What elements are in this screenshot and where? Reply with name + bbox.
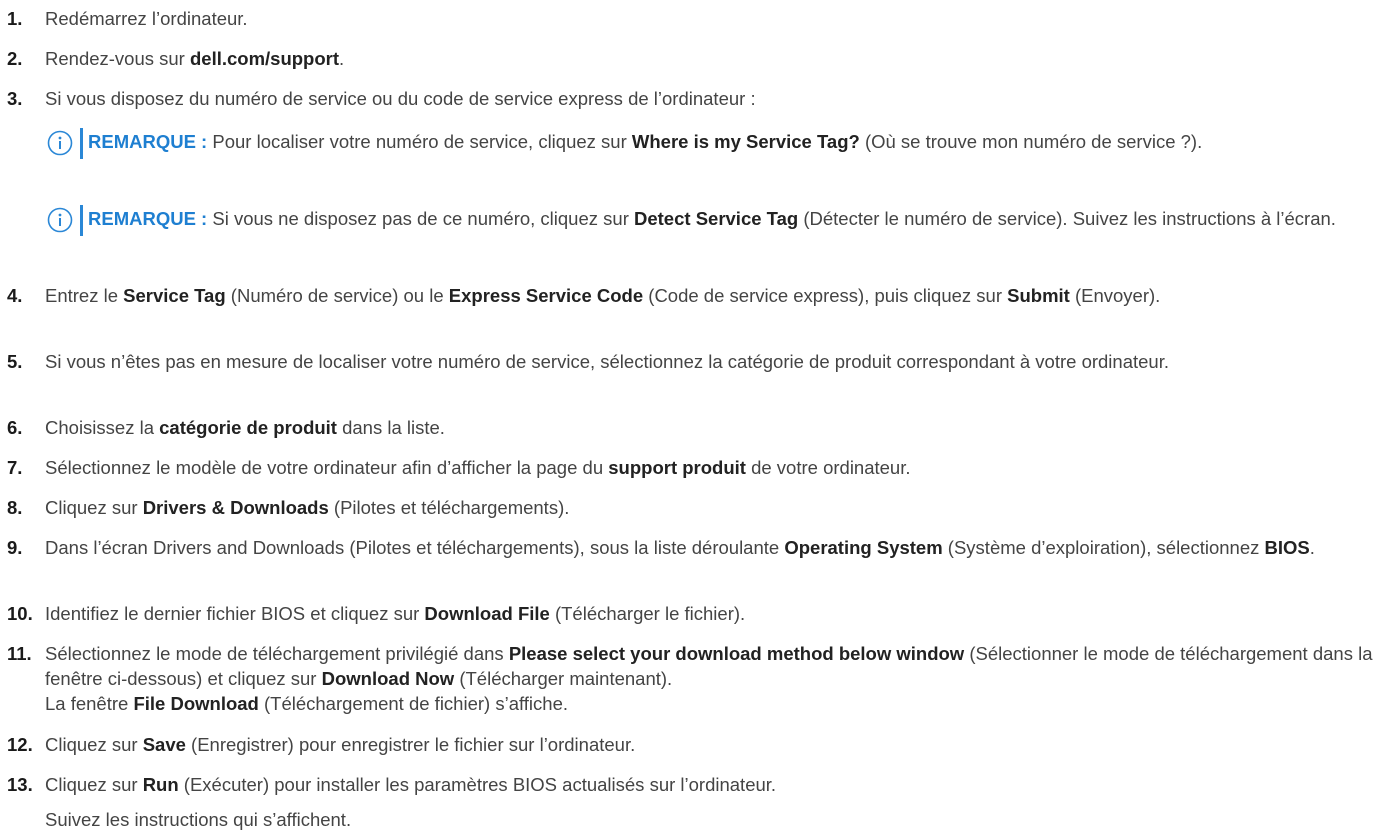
step-bold-segment: support produit: [608, 457, 746, 478]
step-bold-segment: Service Tag: [123, 285, 226, 306]
step-4: 4. Entrez le Service Tag (Numéro de serv…: [0, 283, 1355, 308]
note-bold-segment: Where is my Service Tag?: [631, 131, 860, 152]
note-segment: (Détecter le numéro de service). Suivez …: [798, 208, 1336, 229]
step-bold-segment: BIOS: [1264, 537, 1310, 558]
step-bold-segment: Download File: [424, 603, 550, 624]
step-segment: (Enregistrer) pour enregistrer le fichie…: [185, 734, 636, 755]
step-bold-segment: Please select your download method below…: [508, 643, 965, 664]
step-bold-segment: Download Now: [321, 668, 455, 689]
step-number: 4.: [7, 285, 23, 306]
step-bold-segment: Drivers & Downloads: [142, 497, 329, 518]
step-segment: (Système d’exploiration), sélectionnez: [942, 537, 1265, 558]
step-bold-segment: Save: [142, 734, 186, 755]
step-segment: dans la liste.: [336, 417, 445, 438]
step-segment: .: [1309, 537, 1315, 558]
note-1: REMARQUE : Pour localiser votre numéro d…: [0, 126, 1391, 159]
step-number: 6.: [7, 417, 23, 438]
step-segment: Sélectionnez le modèle de votre ordinate…: [45, 457, 609, 478]
note-text: REMARQUE : Pour localiser votre numéro d…: [81, 126, 1371, 157]
note-label: REMARQUE :: [88, 131, 208, 152]
note-text: REMARQUE : Si vous ne disposez pas de ce…: [81, 203, 1371, 234]
note-2: REMARQUE : Si vous ne disposez pas de ce…: [0, 203, 1391, 236]
step-bold-segment: Operating System: [784, 537, 943, 558]
step-segment: de votre ordinateur.: [745, 457, 911, 478]
step-segment: (Pilotes et téléchargements).: [328, 497, 570, 518]
step-13: 13. Cliquez sur Run (Exécuter) pour inst…: [0, 772, 1391, 797]
step-number: 2.: [7, 48, 23, 69]
note-segment: Si vous ne disposez pas de ce numéro, cl…: [207, 208, 634, 229]
step-segment: Choisissez la: [45, 417, 160, 438]
step-segment: (Exécuter) pour installer les paramètres…: [178, 774, 777, 795]
step-segment: Cliquez sur: [45, 497, 143, 518]
step-number: 10.: [7, 603, 33, 624]
link-text-dell-support: dell.com/support: [189, 48, 340, 69]
step-number: 1.: [7, 8, 23, 29]
step-segment: Cliquez sur: [45, 734, 143, 755]
step-text: Si vous disposez du numéro de service ou…: [45, 88, 756, 109]
note-segment: Pour localiser votre numéro de service, …: [207, 131, 632, 152]
step-segment: La fenêtre: [45, 693, 134, 714]
step-segment: Cliquez sur: [45, 774, 143, 795]
step-1: 1. Redémarrez l’ordinateur.: [0, 6, 1391, 31]
step-6: 6. Choisissez la catégorie de produit da…: [0, 415, 1391, 440]
note-accent-bar: [80, 205, 83, 236]
step-segment: (Envoyer).: [1069, 285, 1161, 306]
step-segment: (Télécharger le fichier).: [549, 603, 746, 624]
step-segment: (Téléchargement de fichier) s’affiche.: [258, 693, 569, 714]
step-segment: (Code de service express), puis cliquez …: [643, 285, 1008, 306]
step-bold-segment: Submit: [1007, 285, 1070, 306]
step-number: 12.: [7, 734, 33, 755]
step-number: 8.: [7, 497, 23, 518]
step-text: .: [339, 48, 345, 69]
step-5: 5. Si vous n’êtes pas en mesure de local…: [0, 349, 1345, 374]
note-accent-bar: [80, 128, 83, 159]
step-number: 9.: [7, 537, 23, 558]
note-label: REMARQUE :: [88, 208, 208, 229]
step-7: 7. Sélectionnez le modèle de votre ordin…: [0, 455, 1391, 480]
step-bold-segment: Express Service Code: [448, 285, 644, 306]
step-2: 2. Rendez-vous sur dell.com/support.: [0, 46, 1391, 71]
step-number: 7.: [7, 457, 23, 478]
step-bold-segment: Run: [142, 774, 179, 795]
step-segment: (Télécharger maintenant).: [454, 668, 673, 689]
final-instruction: Suivez les instructions qui s’affichent.: [0, 807, 1391, 832]
step-text: Si vous n’êtes pas en mesure de localise…: [45, 351, 1169, 372]
info-circle-icon: [47, 207, 73, 233]
step-8: 8. Cliquez sur Drivers & Downloads (Pilo…: [0, 495, 1391, 520]
step-segment: Identifiez le dernier fichier BIOS et cl…: [45, 603, 425, 624]
note-bold-segment: Detect Service Tag: [634, 208, 799, 229]
step-segment: Entrez le: [45, 285, 124, 306]
step-11: 11. Sélectionnez le mode de téléchargeme…: [0, 641, 1375, 716]
step-12: 12. Cliquez sur Save (Enregistrer) pour …: [0, 732, 1391, 757]
final-instruction-text: Suivez les instructions qui s’affichent.: [45, 809, 352, 830]
info-circle-icon: [47, 130, 73, 156]
step-text: Rendez-vous sur: [45, 48, 190, 69]
step-number: 3.: [7, 88, 23, 109]
step-3: 3. Si vous disposez du numéro de service…: [0, 86, 1391, 111]
step-bold-segment: File Download: [133, 693, 259, 714]
step-11-result: La fenêtre File Download (Téléchargement…: [45, 691, 1375, 716]
step-bold-segment: catégorie de produit: [159, 417, 337, 438]
note-segment: (Où se trouve mon numéro de service ?).: [859, 131, 1203, 152]
step-10: 10. Identifiez le dernier fichier BIOS e…: [0, 601, 1391, 626]
step-9: 9. Dans l’écran Drivers and Downloads (P…: [0, 535, 1345, 560]
step-segment: Dans l’écran Drivers and Downloads (Pilo…: [45, 537, 785, 558]
step-number: 13.: [7, 774, 33, 795]
step-segment: Sélectionnez le mode de téléchargement p…: [45, 643, 509, 664]
step-number: 5.: [7, 351, 23, 372]
step-text: Redémarrez l’ordinateur.: [45, 8, 248, 29]
step-number: 11.: [7, 643, 32, 664]
step-segment: (Numéro de service) ou le: [225, 285, 449, 306]
